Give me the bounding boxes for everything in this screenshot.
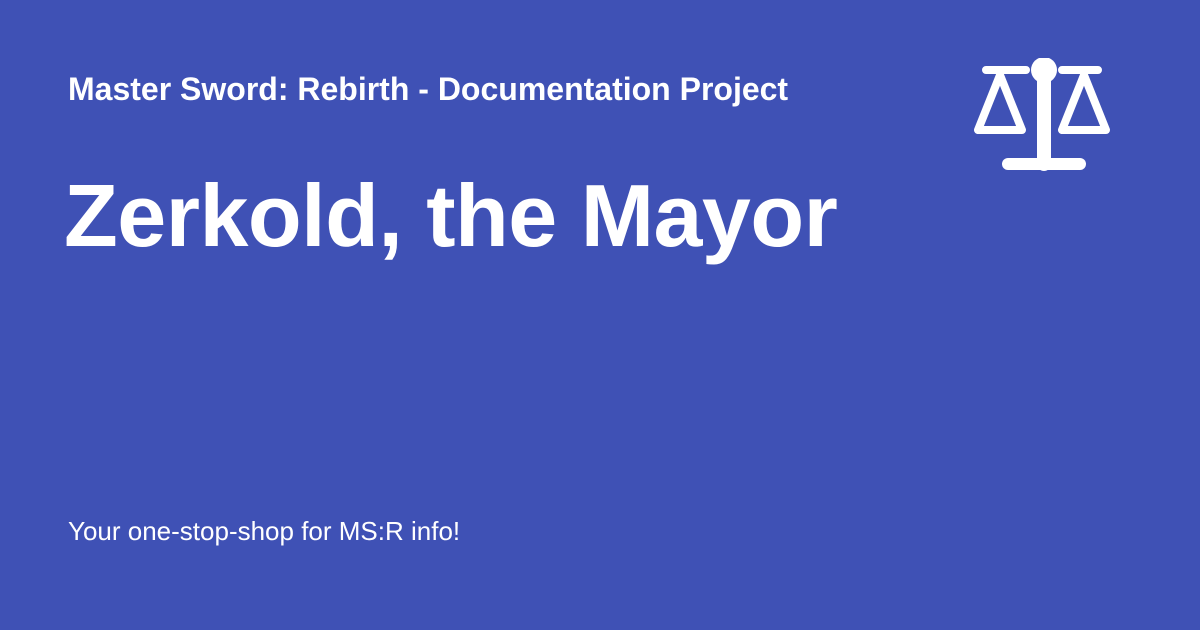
scale-balance-icon bbox=[968, 57, 1120, 178]
social-card: Master Sword: Rebirth - Documentation Pr… bbox=[0, 0, 1200, 630]
site-name: Master Sword: Rebirth - Documentation Pr… bbox=[68, 71, 789, 107]
page-title: Zerkold, the Mayor bbox=[64, 166, 838, 265]
tagline: Your one-stop-shop for MS:R info! bbox=[68, 516, 461, 546]
